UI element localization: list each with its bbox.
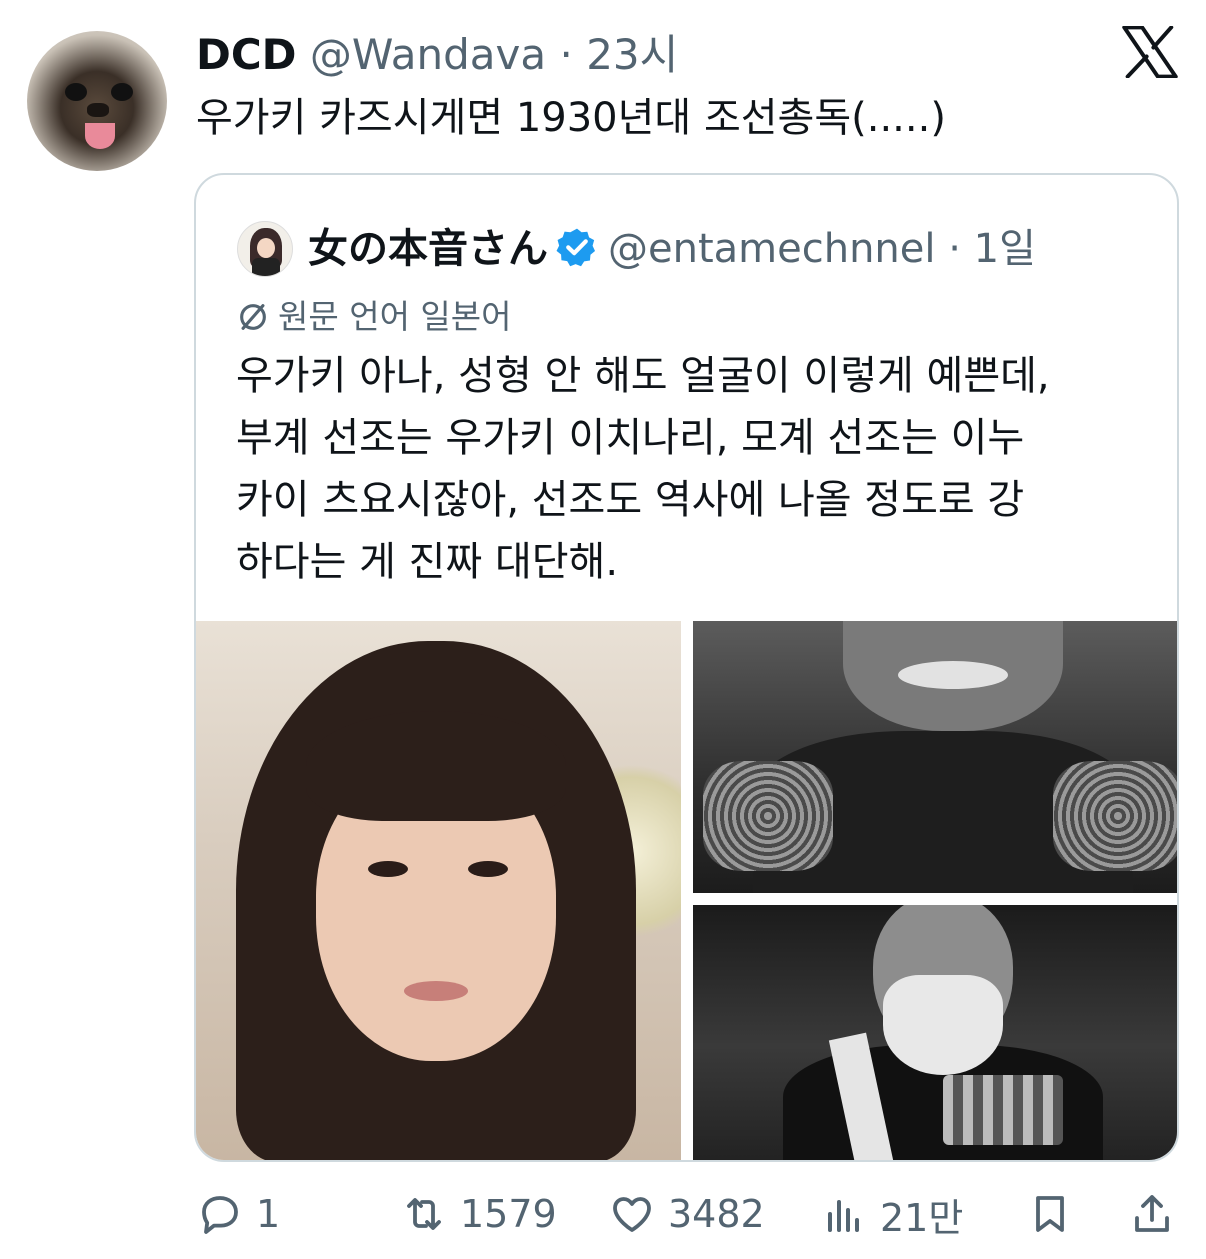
retweet-icon xyxy=(407,1198,441,1230)
views-count: 21만 xyxy=(880,1195,964,1240)
moustache xyxy=(898,661,1008,689)
eye xyxy=(368,861,408,877)
views-button[interactable]: 21만 xyxy=(820,1184,963,1244)
share-icon xyxy=(1135,1195,1169,1232)
bookmark-button[interactable] xyxy=(1026,1184,1074,1244)
quoted-author-name[interactable]: 女の本音さん xyxy=(308,226,548,272)
eye xyxy=(468,861,508,877)
quoted-time[interactable]: 1일 xyxy=(974,226,1036,272)
translate-icon xyxy=(240,304,266,330)
share-button[interactable] xyxy=(1128,1184,1176,1244)
photo-bearded-man[interactable] xyxy=(693,905,1177,1160)
views-icon xyxy=(828,1200,859,1232)
like-count: 3482 xyxy=(668,1192,765,1236)
quoted-text-line: 우가키 아나, 성형 안 해도 얼굴이 이렇게 예쁜데, xyxy=(236,353,1050,399)
bangs xyxy=(306,711,566,821)
beard xyxy=(883,975,1003,1075)
tweet-header: DCD @Wandava · 23시 xyxy=(196,30,678,80)
separator-dot: · xyxy=(559,30,573,79)
author-handle[interactable]: @Wandava xyxy=(310,30,546,79)
epaulette xyxy=(703,761,833,871)
retweet-button[interactable]: 1579 xyxy=(400,1184,557,1244)
quoted-text: 우가키 아나, 성형 안 해도 얼굴이 이렇게 예쁜데, 부계 선조는 우가키 … xyxy=(236,345,1050,593)
epaulette xyxy=(1053,761,1177,871)
medals xyxy=(943,1075,1063,1145)
lips xyxy=(404,981,468,1001)
quoted-text-line: 부계 선조는 우가키 이치나리, 모계 선조는 이누 xyxy=(236,415,1025,461)
photo-woman-portrait[interactable] xyxy=(196,621,681,1160)
quoted-header: 女の本音さん @entamechnnel · 1일 xyxy=(308,221,1036,277)
avatar-body xyxy=(252,258,280,276)
avatar-face xyxy=(257,238,275,258)
action-bar: 1 1579 3482 21만 xyxy=(0,1184,1206,1244)
author-name[interactable]: DCD xyxy=(196,30,297,79)
tweet-text: 우가키 카즈시게면 1930년대 조선총독(.....) xyxy=(196,95,946,141)
reply-button[interactable]: 1 xyxy=(196,1184,280,1244)
like-button[interactable]: 3482 xyxy=(608,1184,765,1244)
quoted-text-line: 카이 츠요시잖아, 선조도 역사에 나올 정도로 강 xyxy=(236,477,1025,523)
bookmark-icon xyxy=(1036,1196,1064,1232)
author-avatar[interactable] xyxy=(27,31,167,171)
translation-note[interactable]: 원문 언어 일본어 xyxy=(236,293,512,341)
translation-note-text: 원문 언어 일본어 xyxy=(278,297,512,336)
separator-dot: · xyxy=(948,226,961,272)
reply-icon xyxy=(202,1196,238,1234)
quoted-author-avatar[interactable] xyxy=(237,221,293,277)
quoted-tweet[interactable]: 女の本音さん @entamechnnel · 1일 원문 언어 일본어 우가키 … xyxy=(194,173,1179,1162)
retweet-count: 1579 xyxy=(460,1192,557,1236)
verified-badge-icon xyxy=(556,228,596,267)
avatar-tongue xyxy=(85,123,115,149)
tweet-time[interactable]: 23시 xyxy=(586,30,678,79)
quoted-text-line: 하다는 게 진짜 대단해. xyxy=(236,539,619,585)
quoted-author-handle[interactable]: @entamechnnel xyxy=(608,226,936,272)
avatar-eye xyxy=(111,83,133,101)
reply-count: 1 xyxy=(256,1192,281,1236)
avatar-eye xyxy=(65,83,87,101)
photo-man-uniform[interactable] xyxy=(693,621,1177,893)
heart-icon xyxy=(613,1197,651,1232)
x-logo-icon[interactable] xyxy=(1122,26,1178,78)
avatar-nose xyxy=(87,103,109,117)
